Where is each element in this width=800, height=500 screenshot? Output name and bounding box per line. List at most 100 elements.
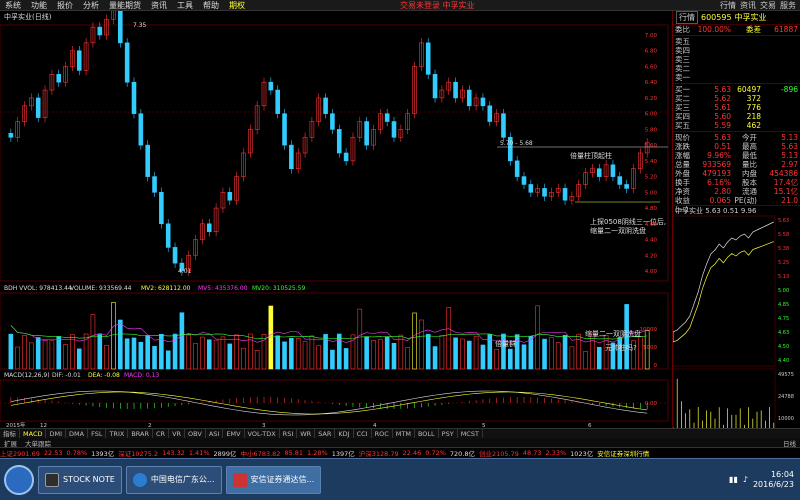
window-button-service[interactable]: 服务 xyxy=(780,0,796,11)
indicator-tab-mcst[interactable]: MCST xyxy=(458,428,483,439)
volume-icon[interactable]: ♪ xyxy=(743,475,748,484)
volume-bar xyxy=(473,335,479,370)
indicator-tab-trix[interactable]: TRIX xyxy=(106,428,129,439)
clock[interactable]: 16:04 2016/6/23 xyxy=(753,470,794,490)
stat-row: 净资 2.80 流通 15.1亿 xyxy=(673,187,800,196)
indicator-tab-rsi[interactable]: RSI xyxy=(280,428,298,439)
macd-header-dif: DIF: -0.01 xyxy=(52,372,81,379)
indicator-tab-fsl[interactable]: FSL xyxy=(88,428,107,439)
volume-bar xyxy=(295,338,301,370)
level-volume xyxy=(731,73,761,82)
menu-item-tools[interactable]: 工具 xyxy=(172,0,198,11)
indicator-tab-kdj[interactable]: KDJ xyxy=(335,428,354,439)
tab-big-order[interactable]: 大单跟踪 xyxy=(21,438,55,448)
intraday-price-frame xyxy=(673,215,776,367)
menu-item-news[interactable]: 资讯 xyxy=(146,0,172,11)
stat-label: 换手 xyxy=(675,178,690,187)
menu-item-help[interactable]: 帮助 xyxy=(198,0,224,11)
window-button-quote[interactable]: 行情 xyxy=(720,0,736,11)
kline-chart-area[interactable]: 中孚实业(日线) 7.00 6.80 6.60 6.40 6.20 6.00 5.80 5.6… xyxy=(0,11,672,428)
volume-bar xyxy=(131,337,137,370)
menu-item-quote[interactable]: 报价 xyxy=(52,0,78,11)
level-change xyxy=(761,103,798,112)
network-icon[interactable]: ▮▮ xyxy=(729,475,738,484)
taskbar-item-stocknote[interactable]: STOCK NOTE xyxy=(38,465,122,494)
indicator-tab-emv[interactable]: EMV xyxy=(223,428,245,439)
indicator-tab-vol-tdx[interactable]: VOL-TDX xyxy=(245,428,280,439)
bottom-tabs: 扩展 大单跟踪 日线 xyxy=(0,438,800,448)
volume-bar xyxy=(398,334,404,370)
menu-item-options[interactable]: 期权 xyxy=(224,0,250,11)
kline-chart[interactable]: 中孚实业(日线) 7.00 6.80 6.60 6.40 6.20 6.00 5.80 5.6… xyxy=(0,11,672,428)
candle-body xyxy=(466,89,472,107)
start-button[interactable] xyxy=(4,464,34,495)
volume-tick-label: 0 xyxy=(654,363,658,369)
volume-bar xyxy=(336,333,342,370)
volume-bar xyxy=(343,348,349,370)
indicator-tab-dma[interactable]: DMA xyxy=(66,428,89,439)
stat-value-2: 5.13 xyxy=(781,151,798,160)
candle-body xyxy=(425,42,431,75)
taskbar-item-tdx[interactable]: 安信证券通达信... xyxy=(225,465,322,494)
volume-bar xyxy=(227,343,233,370)
indicator-tab-boll[interactable]: BOLL xyxy=(415,428,439,439)
candle-body xyxy=(282,113,287,146)
intraday-chart[interactable]: 5.63 5.58 5.38 5.25 5.13 5.00 4.85 4.75 4.63 4.50… xyxy=(673,214,800,434)
volume-tick-label: 10000 xyxy=(640,327,658,333)
indicator-tab-vr[interactable]: VR xyxy=(169,428,186,439)
intraday-svg[interactable]: 5.63 5.58 5.38 5.25 5.13 5.00 4.85 4.75 4.63 4.50… xyxy=(673,214,800,434)
indicator-tab-wr[interactable]: WR xyxy=(297,428,316,439)
tab-daily[interactable]: 日线 xyxy=(779,438,800,448)
window-button-news[interactable]: 资讯 xyxy=(740,0,756,11)
indicator-tab-sar[interactable]: SAR xyxy=(315,428,336,439)
indicator-tab-asi[interactable]: ASI xyxy=(206,428,224,439)
volume-bar xyxy=(508,348,513,370)
ask-row: 卖二 xyxy=(673,64,800,73)
quote-tab-button[interactable]: 行情 xyxy=(676,11,698,24)
menu-item-function[interactable]: 功能 xyxy=(26,0,52,11)
volume-bar xyxy=(200,336,205,370)
ratio-label: 委比 xyxy=(675,25,690,34)
indicator-tab-cci[interactable]: CCI xyxy=(354,428,372,439)
indicator-tab-mtm[interactable]: MTM xyxy=(393,428,415,439)
menu-item-futures[interactable]: 量能期货 xyxy=(104,0,146,11)
price-tick-label: 7.00 xyxy=(645,33,658,39)
intraday-price-tick: 4.63 xyxy=(778,330,789,336)
indicator-tab-brar[interactable]: BRAR xyxy=(128,428,153,439)
volume-bar xyxy=(494,349,499,370)
candle-body xyxy=(453,81,458,99)
volume-bar xyxy=(8,333,14,370)
tab-extend[interactable]: 扩展 xyxy=(0,438,21,448)
candle-body xyxy=(227,192,233,201)
stat-value: 479193 xyxy=(702,169,731,178)
high-price-label: 7.35 xyxy=(133,22,147,29)
candle-body xyxy=(542,188,547,197)
volume-bar xyxy=(104,344,109,370)
taskbar-item-label: 中国电信广东公... xyxy=(150,475,215,484)
ratio-value: 100.00% xyxy=(697,25,731,34)
window-title: 交易未登录 中孚实业 xyxy=(400,0,475,10)
indicator-tab-cr[interactable]: CR xyxy=(153,428,170,439)
window-button-trade[interactable]: 交易 xyxy=(760,0,776,11)
indicator-tab-obv[interactable]: OBV xyxy=(185,428,206,439)
level-label: 卖一 xyxy=(675,73,690,82)
intraday-price-tick: 5.38 xyxy=(778,246,789,252)
volume-bar xyxy=(49,340,55,370)
volume-bar xyxy=(118,319,123,370)
menu-item-system[interactable]: 系统 xyxy=(0,0,26,11)
taskbar-item-browser[interactable]: 中国电信广东公... xyxy=(125,465,222,494)
stat-value: 6.16% xyxy=(707,178,731,187)
indicator-tab-psy[interactable]: PSY xyxy=(439,428,458,439)
volume-bar xyxy=(562,335,568,370)
quote-panel: 行情 600595 中孚实业 委比 100.00% 委差 61887 卖五 卖四卖… xyxy=(672,11,800,432)
volume-bar xyxy=(282,341,287,370)
indicator-tab-roc[interactable]: ROC xyxy=(372,428,393,439)
stat-value: 933569 xyxy=(702,160,731,169)
stat-row: 换手 6.16% 股本 17.4亿 xyxy=(673,178,800,187)
stat-label-2: 今开 xyxy=(742,133,757,142)
volume-bar xyxy=(453,337,458,370)
menu-item-analysis[interactable]: 分析 xyxy=(78,0,104,11)
volume-bar xyxy=(521,344,527,370)
candle-body xyxy=(528,184,534,193)
stat-label: 净资 xyxy=(675,187,690,196)
